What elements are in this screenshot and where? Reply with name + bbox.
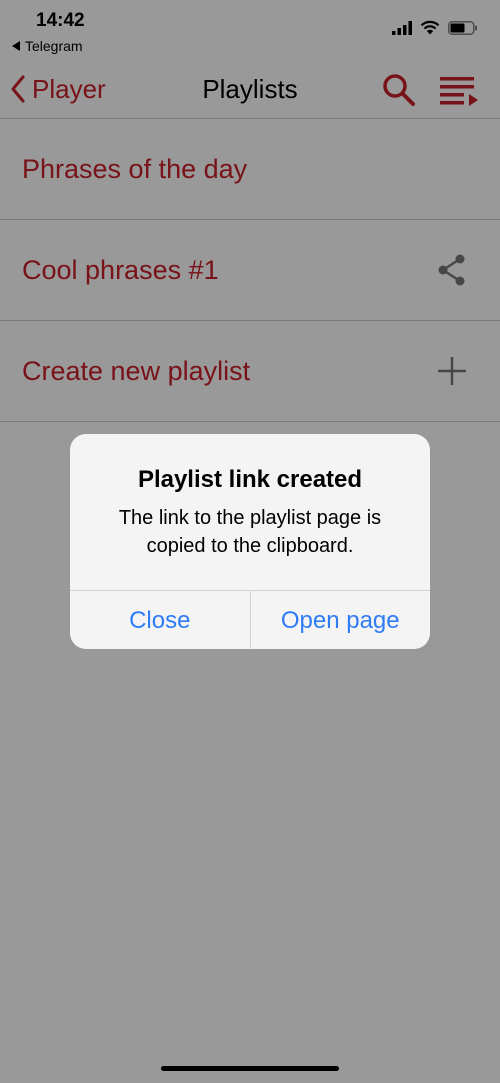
alert-dialog: Playlist link created The link to the pl… bbox=[70, 434, 430, 649]
open-page-button[interactable]: Open page bbox=[249, 591, 431, 649]
alert-message: The link to the playlist page is copied … bbox=[118, 507, 382, 557]
alert-actions: Close Open page bbox=[70, 590, 430, 649]
alert-title: Playlist link created bbox=[137, 466, 363, 493]
close-button[interactable]: Close bbox=[70, 591, 250, 649]
home-indicator[interactable] bbox=[161, 1066, 339, 1071]
